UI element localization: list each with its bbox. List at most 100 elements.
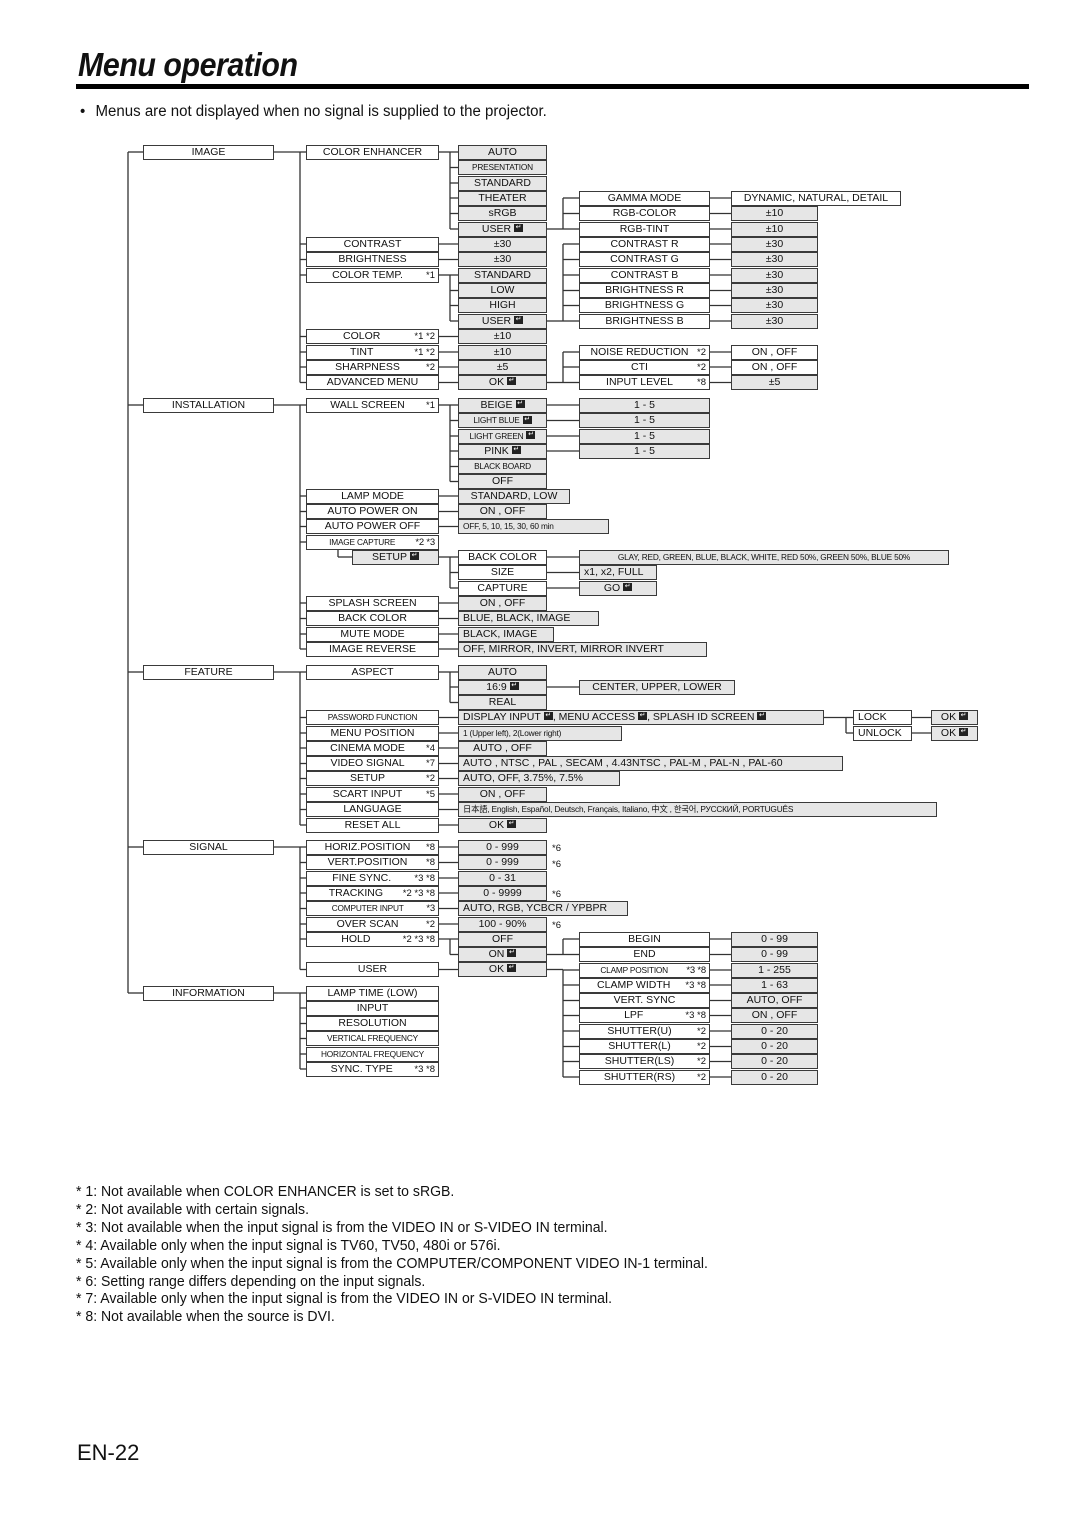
box-text: LAMP MODE — [341, 489, 404, 502]
menu-installation: INSTALLATION — [143, 397, 274, 413]
footnote-ref: *3 *8 — [686, 964, 706, 976]
color-enhancer-option: PRESENTATION — [458, 160, 547, 175]
hold-item: END — [579, 947, 710, 962]
feature-item: PASSWORD FUNCTION — [306, 710, 439, 725]
image-item: *1 *2 COLOR — [306, 329, 439, 344]
feature-value: ON , OFF — [458, 786, 547, 802]
setup-item: BACK COLOR — [458, 549, 547, 565]
box-text: ON , OFF — [479, 596, 526, 609]
feature-item: ASPECT — [306, 664, 439, 680]
enter-key-icon: ↵ — [511, 445, 521, 454]
menu-signal: SIGNAL — [143, 839, 274, 855]
installation-value: ON , OFF — [458, 595, 547, 611]
password-ok: OK ↵ — [931, 710, 978, 725]
box-text: CONTRAST G — [610, 253, 679, 265]
box-text: , SPLASH ID SCREEN — [647, 711, 755, 723]
footnote-ref: *8 — [426, 857, 435, 868]
enter-key-icon: ↵ — [514, 223, 524, 232]
signal-user-value: 1 - 63 — [731, 977, 818, 993]
box-text: CENTER, UPPER, LOWER — [592, 680, 722, 693]
user-temp-value: ±30 — [731, 236, 818, 252]
footnote-ref: *8 — [697, 377, 706, 388]
wall-screen-level: 1 - 5 — [579, 413, 710, 428]
lamp-mode-value: STANDARD, LOW — [458, 488, 570, 504]
box-text: IMAGE REVERSE — [329, 642, 416, 655]
enter-key-icon: ↵ — [507, 377, 517, 386]
color-temp-option: HIGH — [458, 298, 547, 313]
box-text: INFORMATION — [172, 986, 245, 999]
box-text: BRIGHTNESS — [338, 253, 407, 265]
wall-screen-option: LIGHT BLUE ↵ — [458, 413, 547, 428]
box-text: SHARPNESS — [335, 360, 400, 373]
wall-screen-level: 1 - 5 — [579, 428, 710, 444]
footnote-ref: *8 — [426, 841, 435, 853]
box-text: STANDARD — [474, 268, 531, 281]
wall-screen-level: 1 - 5 — [579, 397, 710, 413]
installation-item: LAMP MODE — [306, 488, 439, 504]
box-text: THEATER — [478, 191, 527, 204]
box-text: 1 - 63 — [761, 978, 788, 991]
box-text: COMPUTER INPUT — [331, 903, 404, 913]
user-temp-item: CONTRAST G — [579, 252, 710, 267]
box-text: OFF, MIRROR, INVERT, MIRROR INVERT — [463, 642, 664, 655]
footnote: * 8: Not available when the source is DV… — [76, 1309, 335, 1326]
box-text: AUTO — [488, 145, 517, 158]
user-enhancer-item: RGB-COLOR — [579, 206, 710, 221]
password-ok: OK ↵ — [931, 725, 978, 741]
signal-user-item: *2 SHUTTER(U) — [579, 1023, 710, 1039]
installation-item: AUTO POWER ON — [306, 504, 439, 519]
user-temp-value: ±30 — [731, 283, 818, 298]
enter-key-icon: ↵ — [509, 681, 519, 690]
signal-item: *2 OVER SCAN — [306, 916, 439, 932]
signal-user-value: ON , OFF — [731, 1008, 818, 1023]
box-text: ±30 — [765, 268, 784, 281]
setup-item: SIZE — [458, 565, 547, 580]
information-item: VERTICAL FREQUENCY — [306, 1031, 439, 1046]
box-text: SHUTTER(L) — [608, 1040, 671, 1052]
installation-item: MUTE MODE — [306, 626, 439, 642]
box-text: OFF — [492, 475, 513, 487]
box-text: ON , OFF — [751, 345, 798, 358]
box-text: ±30 — [493, 253, 512, 265]
enter-key-icon: ↵ — [526, 431, 536, 440]
box-text: ±30 — [493, 237, 512, 250]
box-text: LOCK — [858, 711, 887, 723]
signal-item: *2 *3 *8 TRACKING — [306, 885, 439, 901]
signal-user-item: *2 SHUTTER(RS) — [579, 1069, 710, 1085]
footnote-ref: *1 *2 — [414, 346, 435, 358]
installation-item: IMAGE REVERSE — [306, 641, 439, 657]
box-text: SHUTTER(RS) — [603, 1070, 676, 1083]
enter-key-icon: ↵ — [514, 315, 524, 324]
feature-item: *4 CINEMA MODE — [306, 740, 439, 756]
box-text: ADVANCED MENU — [326, 376, 419, 388]
box-text: INPUT LEVEL — [606, 376, 673, 388]
footnote: * 4: Available only when the input signa… — [76, 1237, 501, 1254]
box-text: 1 - 5 — [633, 398, 655, 411]
box-text: BRIGHTNESS R — [605, 284, 684, 296]
box-text: ±5 — [768, 376, 781, 388]
footnote: * 3: Not available when the input signal… — [76, 1219, 608, 1236]
user-temp-item: BRIGHTNESS B — [579, 313, 710, 329]
box-text: x1, x2, FULL — [584, 566, 644, 578]
box-text: BACK COLOR — [338, 612, 407, 624]
box-text: RESOLUTION — [338, 1017, 407, 1029]
wall-screen-option: LIGHT GREEN ↵ — [458, 428, 547, 444]
box-text: 1 - 5 — [633, 414, 655, 426]
box-text: AUTO, RGB, YCBCR / YPBPR — [463, 902, 608, 914]
wall-screen-option: BLACK BOARD — [458, 459, 547, 474]
footnote: * 2: Not available with certain signals. — [76, 1201, 309, 1218]
box-text: OVER SCAN — [336, 917, 399, 930]
information-item: *3 *8 SYNC. TYPE — [306, 1061, 439, 1077]
user-temp-value: ±30 — [731, 267, 818, 283]
menu-tree-diagram: IMAGE INSTALLATION FEATURE SIGNAL INFORMATIO… — [0, 0, 1080, 1100]
footnote-ref: *2 — [426, 773, 435, 784]
image-item: *1 COLOR TEMP. — [306, 267, 439, 283]
box-text: BEIGE — [480, 398, 513, 411]
box-text: BLACK, IMAGE — [463, 627, 538, 640]
signal-user-item: *2 SHUTTER(L) — [579, 1039, 710, 1054]
box-text: SCART INPUT — [332, 787, 403, 800]
box-text: GLAY, RED, GREEN, BLUE, BLACK, WHITE, RE… — [617, 551, 911, 562]
box-text: AUTO, OFF, 3.75%, 7.5% — [463, 772, 584, 784]
box-text: HORIZONTAL FREQUENCY — [321, 1048, 424, 1059]
box-text: CAPTURE — [477, 581, 528, 594]
